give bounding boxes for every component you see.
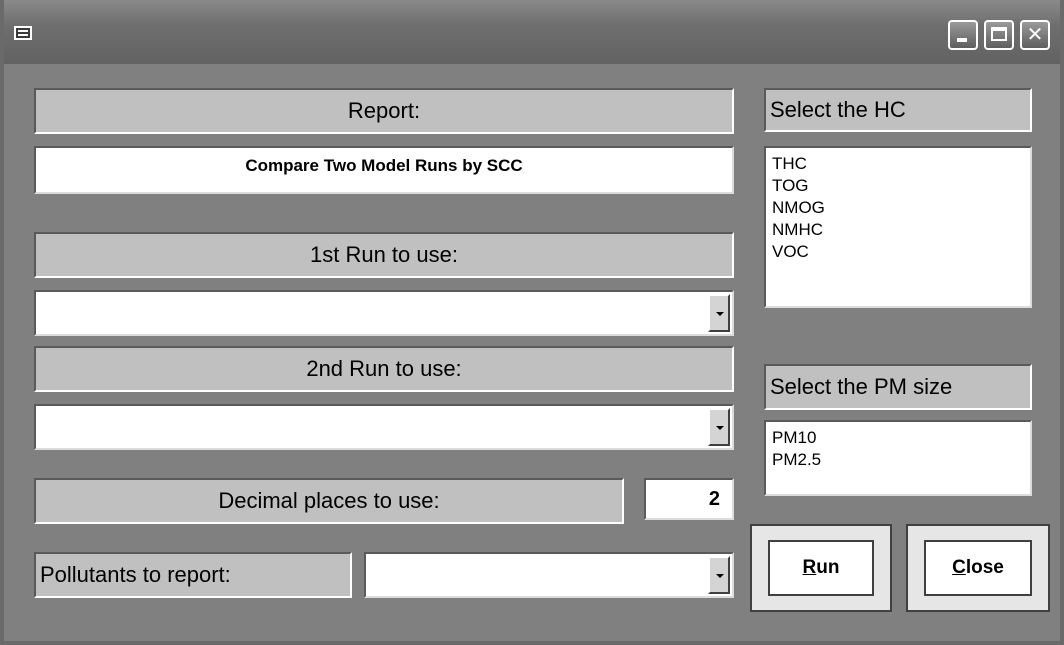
- close-button-frame: Close: [906, 524, 1050, 612]
- decimals-label: Decimal places to use:: [34, 478, 624, 524]
- run-button-frame: Run: [750, 524, 892, 612]
- maximize-icon: [991, 27, 1007, 41]
- chevron-down-icon[interactable]: [708, 556, 730, 594]
- pm-label: Select the PM size: [764, 364, 1032, 410]
- list-item[interactable]: PM10: [772, 427, 1024, 449]
- chevron-down-icon[interactable]: [708, 294, 730, 332]
- report-label: Report:: [34, 88, 734, 134]
- decimals-input[interactable]: 2: [644, 478, 734, 520]
- list-item[interactable]: THC: [772, 153, 1024, 175]
- report-value: Compare Two Model Runs by SCC: [245, 156, 523, 175]
- form-icon[interactable]: [14, 26, 32, 40]
- list-item[interactable]: TOG: [772, 175, 1024, 197]
- run1-label: 1st Run to use:: [34, 232, 734, 278]
- list-item[interactable]: PM2.5: [772, 449, 1024, 471]
- run-label-rest: un: [816, 557, 840, 578]
- pollutants-label: Pollutants to report:: [34, 552, 352, 598]
- list-item[interactable]: VOC: [772, 241, 1024, 263]
- close-label: Close: [952, 557, 1004, 579]
- minimize-button[interactable]: [948, 20, 978, 50]
- close-accelerator: C: [952, 557, 966, 578]
- close-label-rest: lose: [965, 557, 1004, 578]
- list-item[interactable]: NMOG: [772, 197, 1024, 219]
- title-bar[interactable]: ✕: [4, 0, 1060, 64]
- hc-label: Select the HC: [764, 88, 1032, 132]
- maximize-button[interactable]: [984, 20, 1014, 50]
- hc-listbox[interactable]: THC TOG NMOG NMHC VOC: [764, 146, 1032, 308]
- report-field: Compare Two Model Runs by SCC: [34, 146, 734, 194]
- pollutants-dropdown[interactable]: [364, 552, 734, 598]
- pm-listbox[interactable]: PM10 PM2.5: [764, 420, 1032, 496]
- run2-label: 2nd Run to use:: [34, 346, 734, 392]
- minimize-icon: [957, 38, 967, 42]
- run-label: Run: [803, 557, 840, 579]
- run-accelerator: R: [802, 557, 817, 578]
- dialog-window: ✕ Report: Compare Two Model Runs by SCC …: [0, 0, 1064, 645]
- run-button[interactable]: Run: [768, 540, 874, 596]
- list-item[interactable]: NMHC: [772, 219, 1024, 241]
- close-icon: ✕: [1026, 24, 1044, 46]
- close-button[interactable]: Close: [924, 540, 1032, 596]
- run1-dropdown[interactable]: [34, 290, 734, 336]
- chevron-down-icon[interactable]: [708, 408, 730, 446]
- close-window-button[interactable]: ✕: [1020, 20, 1050, 50]
- run2-dropdown[interactable]: [34, 404, 734, 450]
